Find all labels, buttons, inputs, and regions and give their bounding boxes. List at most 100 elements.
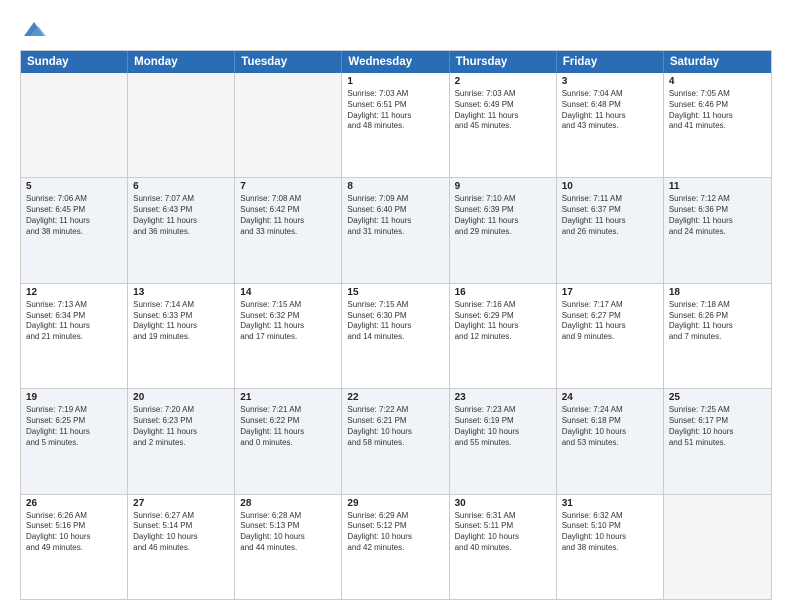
cell-info-line: Daylight: 11 hours bbox=[562, 111, 658, 122]
cell-info-line: Sunset: 6:36 PM bbox=[669, 205, 766, 216]
day-number: 13 bbox=[133, 287, 229, 298]
cell-info-line: Daylight: 10 hours bbox=[347, 427, 443, 438]
cell-info-line: Sunset: 5:13 PM bbox=[240, 521, 336, 532]
cell-info-line: Sunrise: 6:28 AM bbox=[240, 511, 336, 522]
cal-cell-r2-c5: 17Sunrise: 7:17 AMSunset: 6:27 PMDayligh… bbox=[557, 284, 664, 388]
cell-info-line: Sunrise: 7:24 AM bbox=[562, 405, 658, 416]
cell-info-line: and 5 minutes. bbox=[26, 438, 122, 449]
day-number: 1 bbox=[347, 76, 443, 87]
day-number: 22 bbox=[347, 392, 443, 403]
cell-info-line: Sunset: 6:33 PM bbox=[133, 311, 229, 322]
cal-cell-r3-c1: 20Sunrise: 7:20 AMSunset: 6:23 PMDayligh… bbox=[128, 389, 235, 493]
header-cell-tuesday: Tuesday bbox=[235, 51, 342, 73]
cell-info-line: Sunset: 6:34 PM bbox=[26, 311, 122, 322]
cal-cell-r0-c4: 2Sunrise: 7:03 AMSunset: 6:49 PMDaylight… bbox=[450, 73, 557, 177]
day-number: 17 bbox=[562, 287, 658, 298]
cell-info-line: Daylight: 10 hours bbox=[26, 532, 122, 543]
cell-info-line: Sunrise: 7:13 AM bbox=[26, 300, 122, 311]
cell-info-line: and 2 minutes. bbox=[133, 438, 229, 449]
cal-cell-r2-c2: 14Sunrise: 7:15 AMSunset: 6:32 PMDayligh… bbox=[235, 284, 342, 388]
cell-info-line: Sunrise: 7:03 AM bbox=[455, 89, 551, 100]
cell-info-line: and 29 minutes. bbox=[455, 227, 551, 238]
cell-info-line: Sunset: 6:21 PM bbox=[347, 416, 443, 427]
cell-info-line: Daylight: 11 hours bbox=[669, 216, 766, 227]
cal-cell-r3-c6: 25Sunrise: 7:25 AMSunset: 6:17 PMDayligh… bbox=[664, 389, 771, 493]
cell-info-line: and 45 minutes. bbox=[455, 121, 551, 132]
cell-info-line: Sunrise: 7:22 AM bbox=[347, 405, 443, 416]
cell-info-line: Sunrise: 7:23 AM bbox=[455, 405, 551, 416]
cell-info-line: and 38 minutes. bbox=[562, 543, 658, 554]
cal-cell-r3-c0: 19Sunrise: 7:19 AMSunset: 6:25 PMDayligh… bbox=[21, 389, 128, 493]
header-cell-wednesday: Wednesday bbox=[342, 51, 449, 73]
cell-info-line: Daylight: 10 hours bbox=[455, 427, 551, 438]
cal-cell-r2-c3: 15Sunrise: 7:15 AMSunset: 6:30 PMDayligh… bbox=[342, 284, 449, 388]
cell-info-line: and 26 minutes. bbox=[562, 227, 658, 238]
cell-info-line: and 58 minutes. bbox=[347, 438, 443, 449]
cell-info-line: Daylight: 11 hours bbox=[133, 216, 229, 227]
cell-info-line: and 40 minutes. bbox=[455, 543, 551, 554]
cell-info-line: Sunset: 6:32 PM bbox=[240, 311, 336, 322]
calendar-row-1: 5Sunrise: 7:06 AMSunset: 6:45 PMDaylight… bbox=[21, 178, 771, 283]
cell-info-line: and 7 minutes. bbox=[669, 332, 766, 343]
cell-info-line: Daylight: 11 hours bbox=[26, 427, 122, 438]
cell-info-line: Daylight: 11 hours bbox=[669, 321, 766, 332]
cell-info-line: and 44 minutes. bbox=[240, 543, 336, 554]
cell-info-line: and 48 minutes. bbox=[347, 121, 443, 132]
cal-cell-r1-c6: 11Sunrise: 7:12 AMSunset: 6:36 PMDayligh… bbox=[664, 178, 771, 282]
day-number: 29 bbox=[347, 498, 443, 509]
cal-cell-r1-c4: 9Sunrise: 7:10 AMSunset: 6:39 PMDaylight… bbox=[450, 178, 557, 282]
cell-info-line: Sunset: 5:16 PM bbox=[26, 521, 122, 532]
cell-info-line: Sunrise: 7:09 AM bbox=[347, 194, 443, 205]
cal-cell-r1-c1: 6 Sunrise: 7:07 AMSunset: 6:43 PMDaylight… bbox=[128, 178, 235, 282]
cell-info-line: Sunset: 6:22 PM bbox=[240, 416, 336, 427]
day-number: 21 bbox=[240, 392, 336, 403]
cal-cell-r4-c1: 27Sunrise: 6:27 AMSunset: 5:14 PMDayligh… bbox=[128, 495, 235, 599]
cell-info-line: and 51 minutes. bbox=[669, 438, 766, 449]
cell-info-line: Sunset: 6:27 PM bbox=[562, 311, 658, 322]
cell-info-line: Daylight: 11 hours bbox=[240, 321, 336, 332]
calendar-row-2: 12Sunrise: 7:13 AMSunset: 6:34 PMDayligh… bbox=[21, 284, 771, 389]
cal-cell-r3-c2: 21Sunrise: 7:21 AMSunset: 6:22 PMDayligh… bbox=[235, 389, 342, 493]
cell-info-line: Sunset: 6:42 PM bbox=[240, 205, 336, 216]
cell-info-line: Sunset: 5:10 PM bbox=[562, 521, 658, 532]
cell-info-line: Sunrise: 7:15 AM bbox=[347, 300, 443, 311]
cell-info-line: Daylight: 11 hours bbox=[347, 111, 443, 122]
cal-cell-r1-c0: 5Sunrise: 7:06 AMSunset: 6:45 PMDaylight… bbox=[21, 178, 128, 282]
cell-info-line: and 12 minutes. bbox=[455, 332, 551, 343]
cell-info-line: Sunrise: 7:05 AM bbox=[669, 89, 766, 100]
logo bbox=[20, 18, 52, 40]
cell-info-line: Sunset: 6:45 PM bbox=[26, 205, 122, 216]
cell-info-line: Sunset: 6:43 PM bbox=[133, 205, 229, 216]
cell-info-line: Daylight: 10 hours bbox=[562, 532, 658, 543]
cell-info-line: and 53 minutes. bbox=[562, 438, 658, 449]
cal-cell-r2-c6: 18Sunrise: 7:18 AMSunset: 6:26 PMDayligh… bbox=[664, 284, 771, 388]
day-number: 20 bbox=[133, 392, 229, 403]
cal-cell-r4-c2: 28Sunrise: 6:28 AMSunset: 5:13 PMDayligh… bbox=[235, 495, 342, 599]
calendar-body: 1Sunrise: 7:03 AMSunset: 6:51 PMDaylight… bbox=[21, 73, 771, 599]
day-number: 6 bbox=[133, 181, 229, 192]
cell-info-line: Sunrise: 7:16 AM bbox=[455, 300, 551, 311]
cell-info-line: Sunset: 6:49 PM bbox=[455, 100, 551, 111]
cell-info-line: and 21 minutes. bbox=[26, 332, 122, 343]
cal-cell-r0-c1 bbox=[128, 73, 235, 177]
cal-cell-r2-c1: 13Sunrise: 7:14 AMSunset: 6:33 PMDayligh… bbox=[128, 284, 235, 388]
cell-info-line: Sunrise: 7:15 AM bbox=[240, 300, 336, 311]
cell-info-line: and 19 minutes. bbox=[133, 332, 229, 343]
cell-info-line: and 17 minutes. bbox=[240, 332, 336, 343]
day-number: 16 bbox=[455, 287, 551, 298]
day-number: 26 bbox=[26, 498, 122, 509]
calendar-row-0: 1Sunrise: 7:03 AMSunset: 6:51 PMDaylight… bbox=[21, 73, 771, 178]
calendar-row-3: 19Sunrise: 7:19 AMSunset: 6:25 PMDayligh… bbox=[21, 389, 771, 494]
cell-info-line: Sunrise: 7:07 AM bbox=[133, 194, 229, 205]
day-number: 7 bbox=[240, 181, 336, 192]
cell-info-line: Sunrise: 7:19 AM bbox=[26, 405, 122, 416]
cell-info-line: Daylight: 10 hours bbox=[455, 532, 551, 543]
cell-info-line: Sunset: 6:29 PM bbox=[455, 311, 551, 322]
cell-info-line: Sunset: 5:11 PM bbox=[455, 521, 551, 532]
cell-info-line: and 38 minutes. bbox=[26, 227, 122, 238]
day-number: 10 bbox=[562, 181, 658, 192]
cell-info-line: Sunrise: 7:04 AM bbox=[562, 89, 658, 100]
header bbox=[20, 18, 772, 40]
cell-info-line: and 36 minutes. bbox=[133, 227, 229, 238]
cal-cell-r1-c5: 10Sunrise: 7:11 AMSunset: 6:37 PMDayligh… bbox=[557, 178, 664, 282]
